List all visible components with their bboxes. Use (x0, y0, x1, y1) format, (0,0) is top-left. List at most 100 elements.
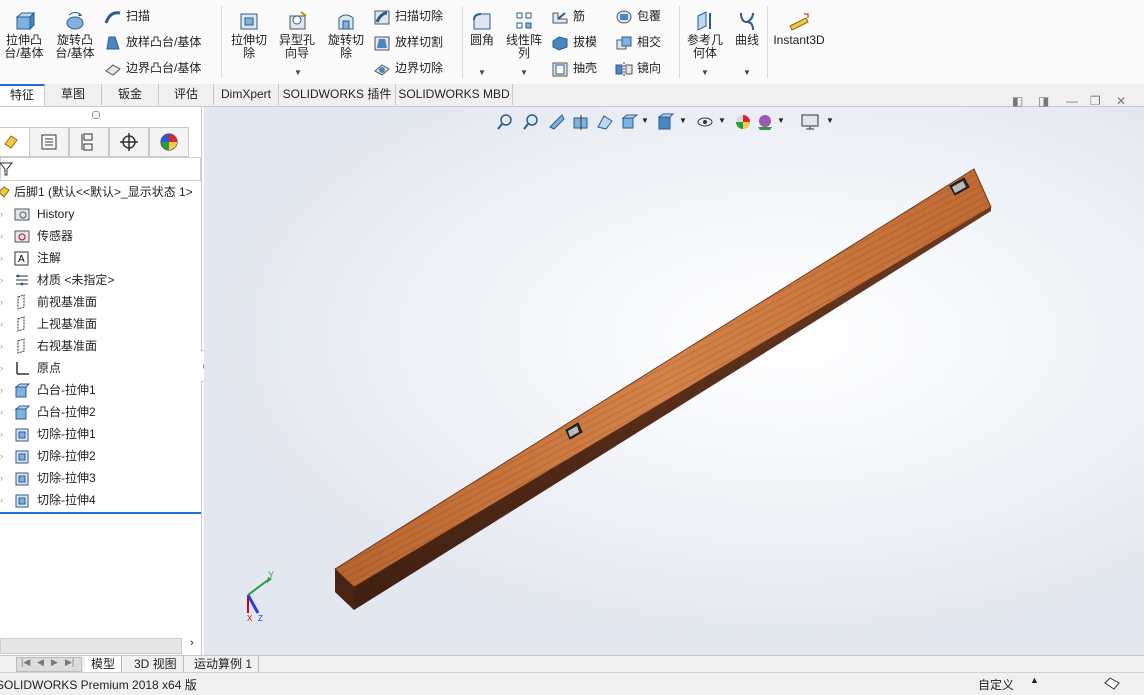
feature-manager-panel: 后脚1 (默认<<默认>_显示状态 1> › History › 传感器 › A 注解 › 材质… (0, 107, 202, 655)
tree-item[interactable]: › 切除-拉伸3 (0, 467, 201, 489)
revolve-cut-button[interactable]: 旋转切 除 (323, 10, 369, 60)
previous-document-icon[interactable]: ◧ (1012, 94, 1023, 108)
extrude-boss-button[interactable]: 拉伸凸 台/基体 (0, 10, 48, 60)
next-document-icon[interactable]: ◨ (1038, 94, 1049, 108)
tab-solidworks-mbd[interactable]: SOLIDWORKS MBD (396, 84, 513, 105)
feature-tree-icon (4, 135, 18, 149)
units-dropdown-icon[interactable]: ▲ (1030, 675, 1039, 685)
tree-item[interactable]: › 右视基准面 (0, 335, 201, 357)
tree-expand-icon[interactable]: › (0, 335, 3, 357)
tree-item[interactable]: › 前视基准面 (0, 291, 201, 313)
tree-item[interactable]: › A 注解 (0, 247, 201, 269)
tab-dimxpert-manager[interactable] (109, 127, 149, 157)
intersect-button[interactable]: 相交 (615, 32, 661, 52)
draft-button[interactable]: 拔模 (551, 32, 597, 52)
rib-button[interactable]: 筋 (551, 6, 585, 26)
panel-grip-icon[interactable] (92, 111, 100, 119)
curves-dropdown-icon[interactable]: ▼ (743, 66, 751, 79)
tree-filter-bar[interactable] (0, 157, 201, 181)
shell-label: 抽壳 (573, 61, 598, 75)
wrap-button[interactable]: 包覆 (615, 6, 661, 26)
tree-root-part[interactable]: 后脚1 (默认<<默认>_显示状态 1> (0, 181, 201, 203)
boundary-boss-button[interactable]: 边界凸台/基体 (104, 58, 201, 78)
tab-configuration-manager[interactable] (69, 127, 109, 157)
tree-item[interactable]: › 切除-拉伸4 (0, 489, 201, 511)
tab-features[interactable]: 特征 (0, 84, 45, 106)
tree-expand-icon[interactable]: › (0, 445, 3, 467)
curves-label: 曲线 (734, 33, 759, 47)
tree-expand-icon[interactable]: › (0, 489, 3, 511)
revolve-boss-button[interactable]: 旋转凸 台/基体 (52, 10, 98, 60)
instant3d-button[interactable]: Instant3D (771, 10, 827, 47)
tree-expand-icon[interactable]: › (0, 291, 3, 313)
close-icon[interactable]: ✕ (1116, 94, 1126, 108)
tab-feature-manager[interactable] (0, 127, 30, 157)
reference-geometry-button[interactable]: 参考几 何体 ▼ (683, 10, 727, 77)
quick-tips-icon[interactable] (1104, 677, 1120, 691)
boundary-cut-button[interactable]: 边界切除 (373, 58, 443, 78)
tab-sketch[interactable]: 草图 (45, 84, 102, 105)
fillet-button[interactable]: 圆角 ▼ (466, 10, 498, 77)
tree-expand-icon[interactable]: › (0, 247, 3, 269)
next-tab-icon[interactable]: ▶ (51, 657, 58, 668)
tree-item[interactable]: › 切除-拉伸1 (0, 423, 201, 445)
restore-icon[interactable]: ❐ (1090, 94, 1101, 108)
tab-motion-study[interactable]: 运动算例 1 (188, 656, 260, 672)
fillet-dropdown-icon[interactable]: ▼ (478, 66, 486, 79)
curves-button[interactable]: 曲线 ▼ (731, 10, 763, 77)
wood-bar-model[interactable] (334, 168, 992, 610)
panel-horizontal-scrollbar[interactable] (0, 638, 182, 654)
sweep-cut-button[interactable]: 扫描切除 (373, 6, 443, 26)
extrude-cut-button[interactable]: 拉伸切 除 (226, 10, 272, 60)
tab-property-manager[interactable] (29, 127, 69, 157)
first-tab-icon[interactable]: |◀ (21, 657, 30, 668)
hole-wizard-button[interactable]: 异型孔 向导 ▼ (274, 10, 320, 77)
tree-item[interactable]: › 材质 <未指定> (0, 269, 201, 291)
mirror-button[interactable]: 镜向 (615, 58, 661, 78)
tree-expand-icon[interactable]: › (0, 379, 3, 401)
tree-expand-icon[interactable]: › (0, 203, 3, 225)
tab-model[interactable]: 模型 (85, 656, 123, 672)
tab-display-manager[interactable] (149, 127, 189, 157)
tree-item-label: 前视基准面 (37, 295, 98, 309)
tab-evaluate[interactable]: 评估 (159, 84, 214, 105)
linear-pattern-dropdown-icon[interactable]: ▼ (520, 66, 528, 79)
tree-item[interactable]: › History (0, 203, 201, 225)
tree-expand-icon[interactable]: › (0, 423, 3, 445)
tree-item[interactable]: › 凸台-拉伸1 (0, 379, 201, 401)
tab-scroll-arrows[interactable]: |◀ ◀ ▶ ▶| (16, 657, 82, 672)
loft-boss-button[interactable]: 放样凸台/基体 (104, 32, 201, 52)
tree-root-label: 后脚1 (默认<<默认>_显示状态 1> (14, 185, 193, 199)
units-selector[interactable]: 自定义 (978, 676, 1014, 693)
reference-geometry-dropdown-icon[interactable]: ▼ (701, 66, 709, 79)
scroll-right-icon[interactable]: › (190, 637, 194, 649)
prev-tab-icon[interactable]: ◀ (37, 657, 44, 668)
loft-cut-button[interactable]: 放样切割 (373, 32, 443, 52)
tree-expand-icon[interactable]: › (0, 467, 3, 489)
linear-pattern-button[interactable]: 线性阵 列 ▼ (502, 10, 546, 77)
minimize-icon[interactable]: — (1066, 94, 1078, 108)
tab-sheet-metal[interactable]: 钣金 (102, 84, 159, 105)
hole-wizard-dropdown-icon[interactable]: ▼ (294, 66, 302, 79)
tab-dimxpert[interactable]: DimXpert (214, 84, 279, 105)
sweep-button[interactable]: 扫描 (104, 6, 150, 26)
tree-item[interactable]: › 原点 (0, 357, 201, 379)
shell-button[interactable]: 抽壳 (551, 58, 597, 78)
tree-item[interactable]: › 切除-拉伸2 (0, 445, 201, 467)
tree-expand-icon[interactable]: › (0, 225, 3, 247)
graphics-area[interactable]: ▼ ▼ ▼ ▼ ▼ ◧ ◨ — ❐ ✕ Y X Z (204, 94, 1144, 655)
tree-expand-icon[interactable]: › (0, 357, 3, 379)
reference-geometry-label: 参考几 何体 (686, 33, 723, 60)
tab-solidworks-addins[interactable]: SOLIDWORKS 插件 (279, 84, 396, 105)
tree-expand-icon[interactable]: › (0, 313, 3, 335)
tree-item[interactable]: › 传感器 (0, 225, 201, 247)
status-bar: SOLIDWORKS Premium 2018 x64 版 自定义 ▲ (0, 672, 1144, 695)
tree-item[interactable]: › 上视基准面 (0, 313, 201, 335)
boundary-cut-label: 边界切除 (395, 61, 444, 75)
tree-expand-icon[interactable]: › (0, 401, 3, 423)
last-tab-icon[interactable]: ▶| (65, 657, 74, 668)
tab-3d-view[interactable]: 3D 视图 (128, 656, 184, 672)
tree-item[interactable]: › 凸台-拉伸2 (0, 401, 201, 423)
rollback-bar[interactable] (0, 512, 201, 514)
tree-expand-icon[interactable]: › (0, 269, 3, 291)
